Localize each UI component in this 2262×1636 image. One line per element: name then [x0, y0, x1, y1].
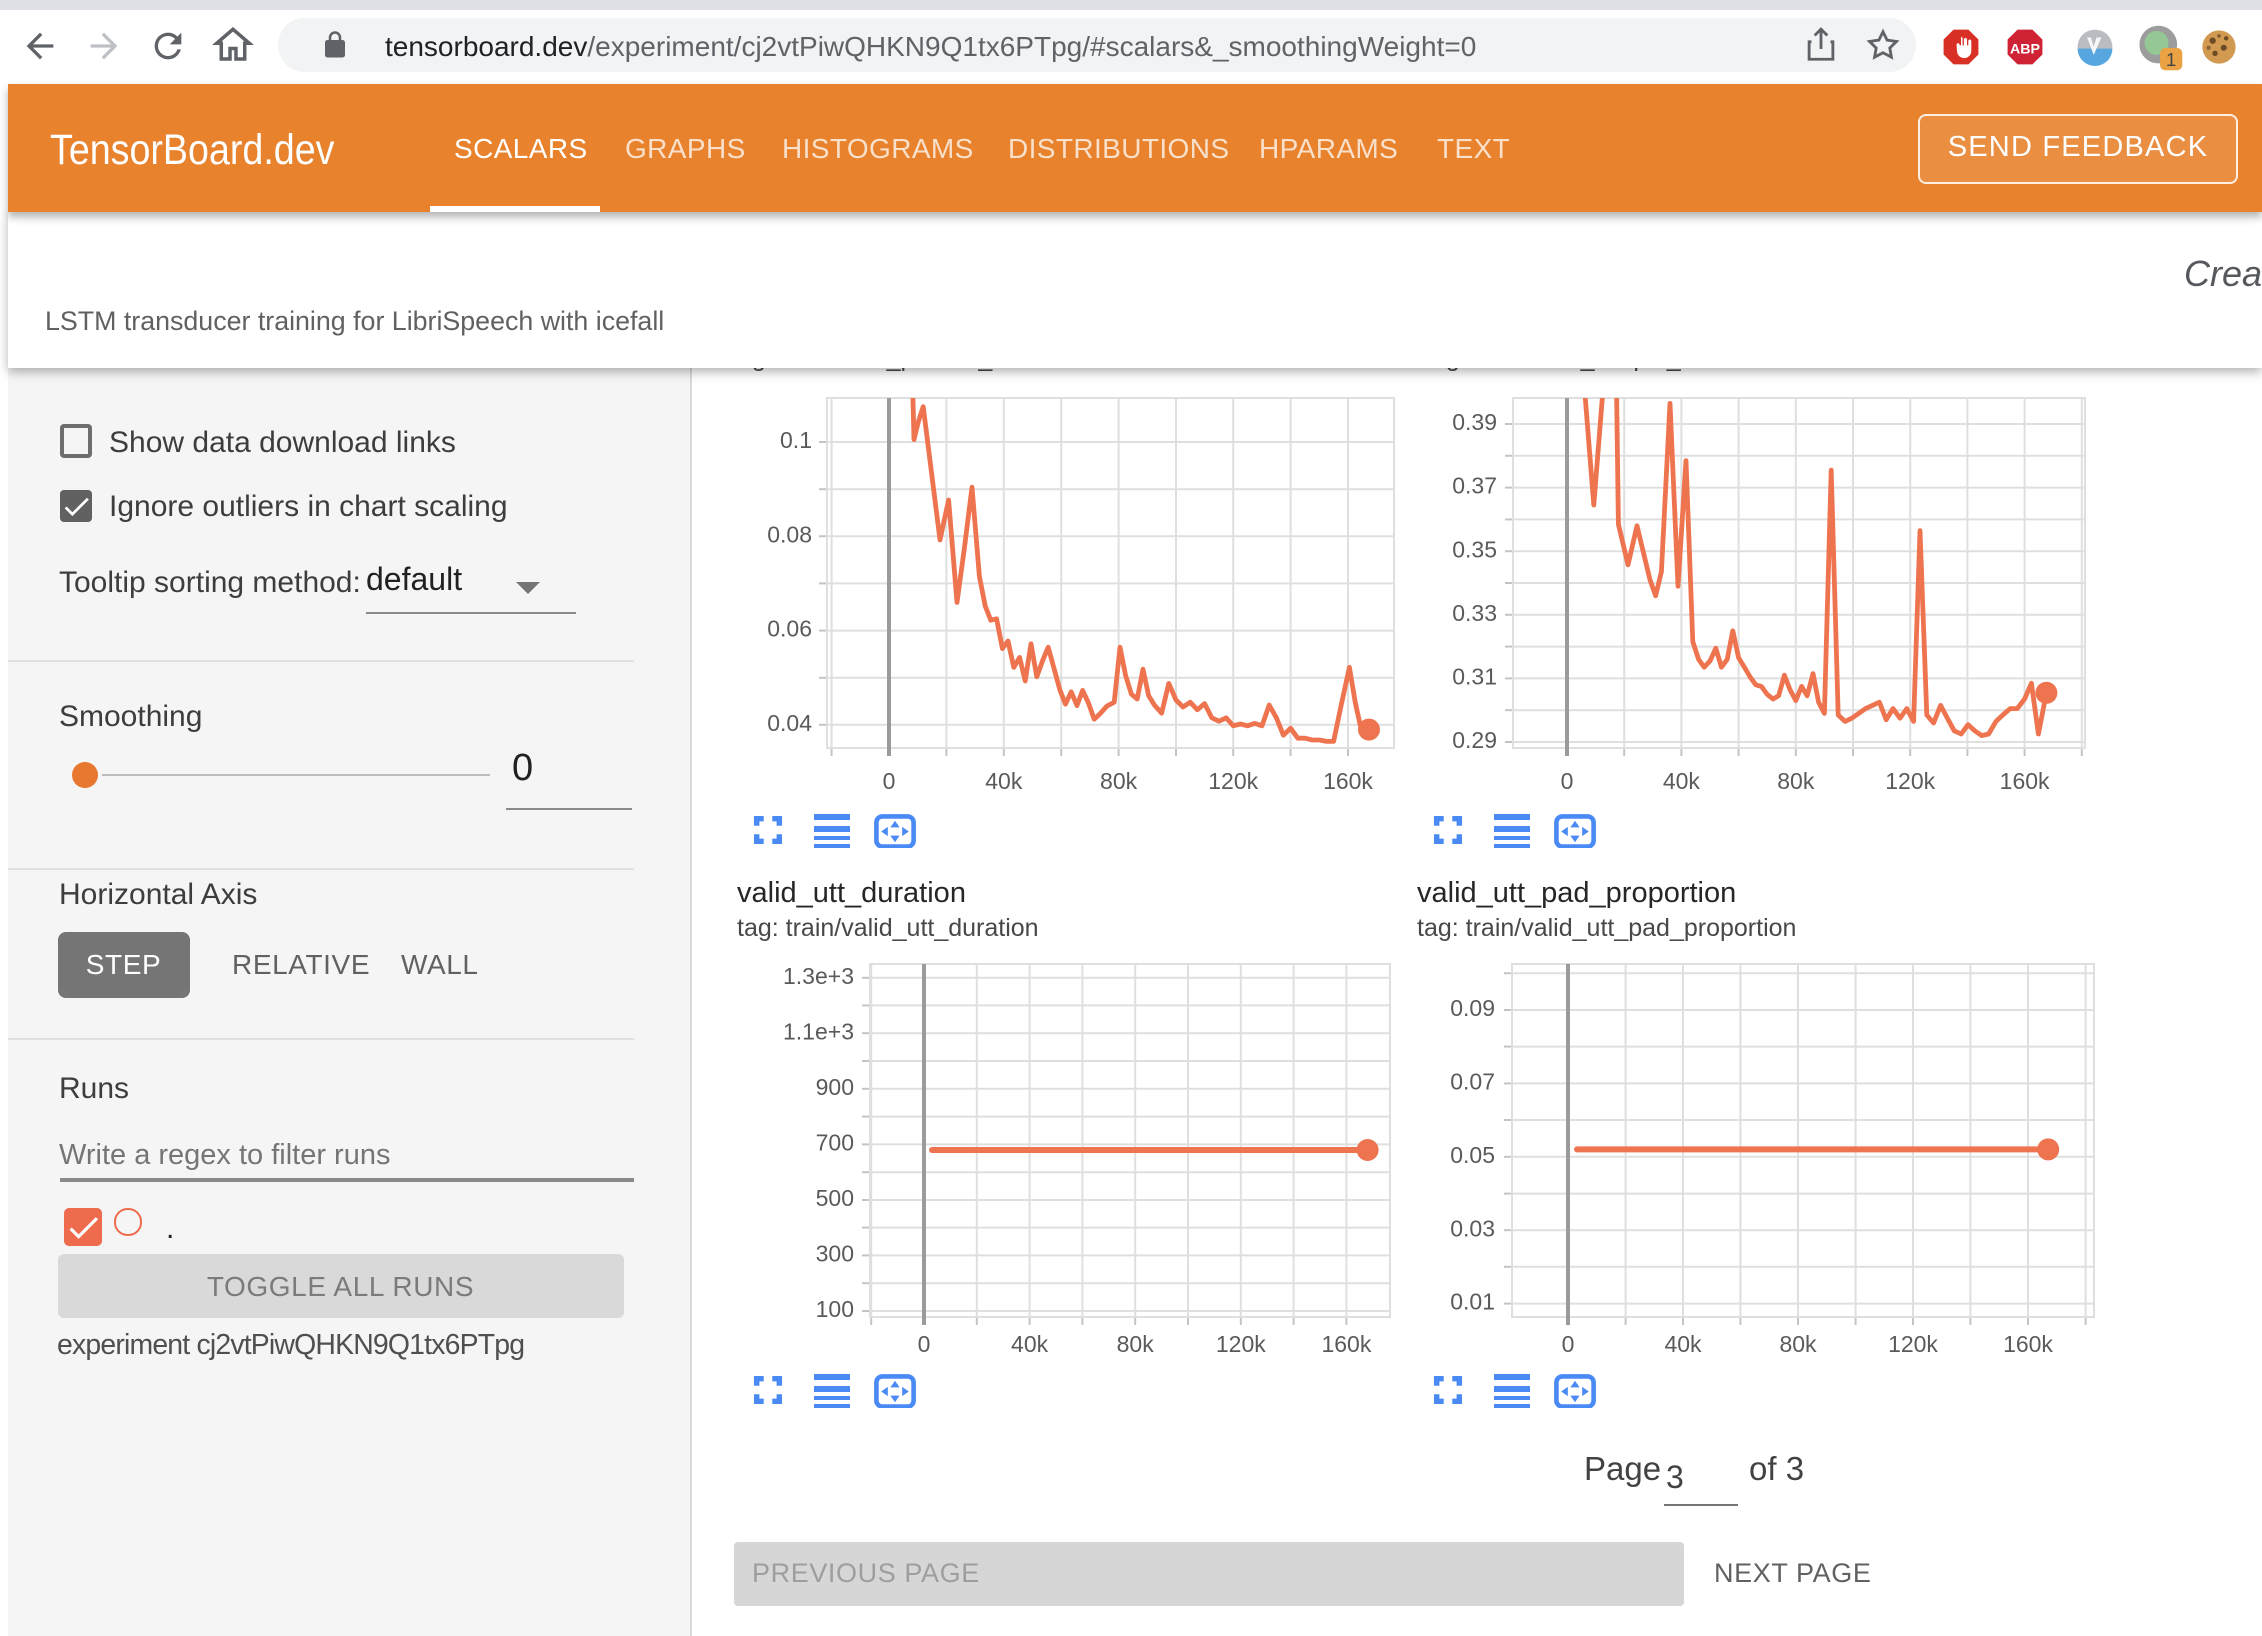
svg-text:0.37: 0.37 [1452, 473, 1497, 499]
svg-text:100: 100 [816, 1296, 854, 1322]
svg-text:0.08: 0.08 [767, 521, 812, 547]
svg-text:160k: 160k [2000, 768, 2050, 794]
svg-text:1: 1 [2166, 49, 2176, 70]
svg-text:0: 0 [883, 768, 896, 794]
svg-text:40k: 40k [985, 768, 1023, 794]
svg-text:0.09: 0.09 [1450, 995, 1495, 1021]
svg-text:0.04: 0.04 [767, 710, 812, 736]
svg-text:0.03: 0.03 [1450, 1215, 1495, 1241]
svg-text:700: 700 [816, 1129, 854, 1155]
svg-text:160k: 160k [1323, 768, 1373, 794]
svg-text:0.1: 0.1 [780, 427, 812, 453]
svg-text:300: 300 [816, 1240, 854, 1266]
svg-text:160k: 160k [2003, 1331, 2053, 1357]
svg-text:40k: 40k [1664, 1331, 1702, 1357]
svg-text:0.29: 0.29 [1452, 727, 1497, 753]
svg-text:1.3e+3: 1.3e+3 [783, 963, 854, 989]
svg-text:40k: 40k [1663, 768, 1701, 794]
svg-text:80k: 80k [1777, 768, 1815, 794]
svg-text:0: 0 [1562, 1331, 1575, 1357]
svg-text:0.35: 0.35 [1452, 536, 1497, 562]
svg-text:120k: 120k [1216, 1331, 1266, 1357]
svg-text:120k: 120k [1208, 768, 1258, 794]
svg-text:0.01: 0.01 [1450, 1289, 1495, 1315]
svg-text:0.05: 0.05 [1450, 1142, 1495, 1168]
svg-text:500: 500 [816, 1185, 854, 1211]
svg-text:0.39: 0.39 [1452, 409, 1497, 435]
svg-text:160k: 160k [1321, 1331, 1371, 1357]
svg-text:0.06: 0.06 [767, 616, 812, 642]
svg-text:120k: 120k [1885, 768, 1935, 794]
svg-text:0.31: 0.31 [1452, 663, 1497, 689]
svg-text:ABP: ABP [2010, 41, 2041, 57]
svg-text:80k: 80k [1117, 1331, 1155, 1357]
svg-text:40k: 40k [1011, 1331, 1049, 1357]
svg-text:0: 0 [918, 1331, 931, 1357]
svg-text:0.07: 0.07 [1450, 1068, 1495, 1094]
svg-text:0.33: 0.33 [1452, 600, 1497, 626]
svg-text:900: 900 [816, 1074, 854, 1100]
svg-text:0: 0 [1561, 768, 1574, 794]
svg-text:80k: 80k [1779, 1331, 1817, 1357]
svg-text:1.1e+3: 1.1e+3 [783, 1018, 854, 1044]
svg-text:120k: 120k [1888, 1331, 1938, 1357]
svg-text:80k: 80k [1100, 768, 1138, 794]
